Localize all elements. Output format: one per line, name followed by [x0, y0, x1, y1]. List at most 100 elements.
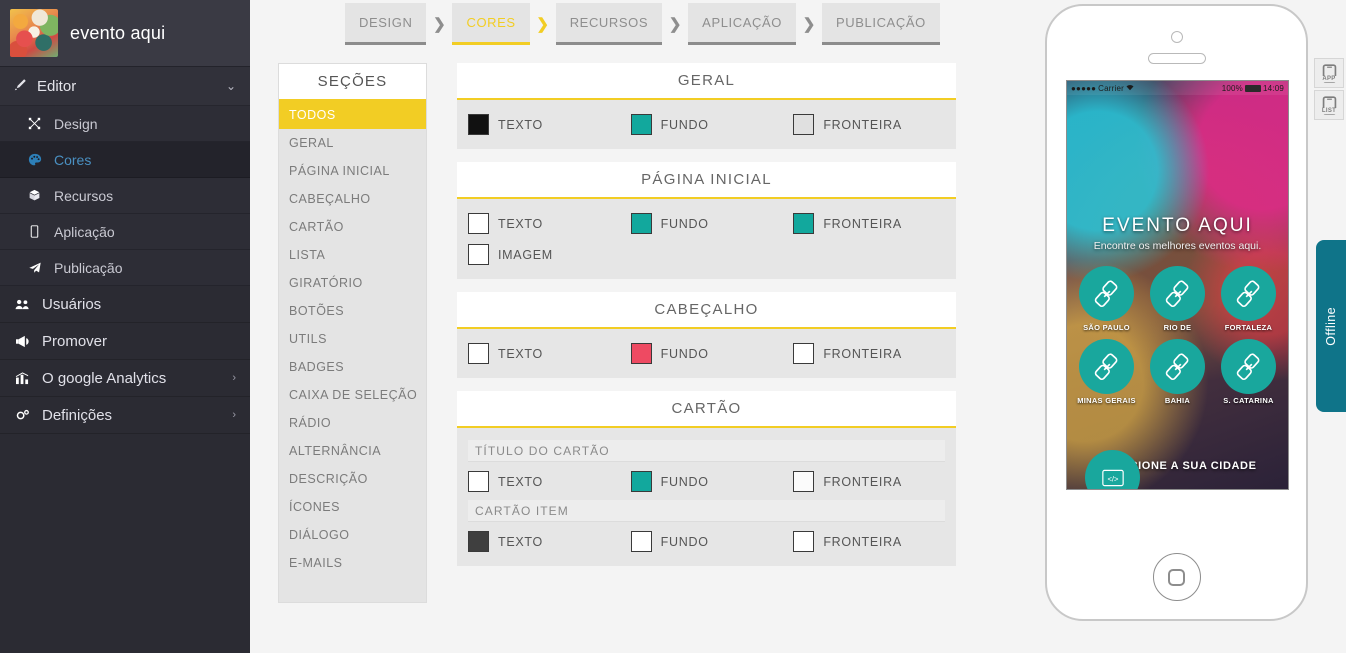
section-item[interactable]: UTILS	[279, 325, 426, 353]
section-item[interactable]: BOTÕES	[279, 297, 426, 325]
sidebar-item-definicoes[interactable]: Definições ›	[0, 397, 250, 434]
sidebar-item-usuarios[interactable]: Usuários	[0, 286, 250, 323]
city-tile[interactable]: MINAS GERAIS	[1071, 339, 1142, 405]
box-icon	[26, 189, 43, 202]
swatch-label: FUNDO	[660, 346, 709, 361]
link-icon	[1094, 352, 1117, 380]
color-swatch[interactable]	[630, 114, 652, 135]
city-tile[interactable]: BAHIA	[1142, 339, 1213, 405]
sidebar-item-google-analytics[interactable]: O google Analytics ›	[0, 360, 250, 397]
color-swatch[interactable]	[468, 531, 489, 552]
section-item[interactable]: LISTA	[279, 241, 426, 269]
sidebar-item-google-analytics-label: O google Analytics	[42, 369, 167, 387]
speaker-icon	[1147, 53, 1206, 64]
color-swatch[interactable]	[630, 471, 652, 492]
step-cores[interactable]: CORES	[452, 3, 530, 45]
color-swatch[interactable]	[793, 114, 815, 135]
phone-screen[interactable]: ●●●●● Carrier 100% 14:09 EVENTO AQUI Enc…	[1066, 80, 1289, 490]
swatch-cell: FRONTEIRA	[793, 466, 956, 497]
swatch-label: FRONTEIRA	[823, 117, 902, 132]
step-aplicacao[interactable]: APLICAÇÃO	[688, 3, 796, 45]
phone-preview: ●●●●● Carrier 100% 14:09 EVENTO AQUI Enc…	[1045, 4, 1310, 621]
section-item[interactable]: TODOS	[279, 101, 426, 129]
step-design[interactable]: DESIGN	[345, 3, 427, 45]
sidebar-item-recursos[interactable]: Recursos	[0, 178, 250, 214]
sections-panel: SEÇÕES TODOS GERAL PÁGINA INICIAL CABEÇALHO…	[278, 63, 427, 603]
sidebar-group-editor[interactable]: Editor ⌄	[0, 67, 250, 106]
city-name: FORTALEZA	[1224, 323, 1273, 332]
section-item[interactable]: BADGES	[279, 353, 426, 381]
swatch-label: TEXTO	[498, 474, 543, 489]
offline-tab-label: Offline	[1324, 306, 1338, 346]
sidebar-item-promover-label: Promover	[42, 332, 108, 350]
sections-title: SEÇÕES	[279, 64, 426, 101]
color-panel: CABEÇALHO TEXTO FUNDO FRONTEIRA	[457, 292, 956, 378]
swatch-label: FUNDO	[660, 117, 709, 132]
section-item[interactable]: E-MAILS	[279, 549, 426, 577]
section-item[interactable]: PÁGINA INICIAL	[279, 157, 426, 185]
color-swatch[interactable]	[468, 213, 489, 234]
section-item[interactable]: DIÁLOGO	[279, 521, 426, 549]
city-bubble[interactable]	[1079, 266, 1134, 321]
section-item[interactable]: ÍCONES	[279, 493, 426, 521]
step-recursos[interactable]: RECURSOS	[555, 3, 663, 45]
section-item-label: CAIXA DE SELEÇÃO	[289, 388, 418, 402]
section-item[interactable]: CARTÃO	[279, 213, 426, 241]
rail-button-list[interactable]: LIST	[1314, 90, 1344, 120]
section-item[interactable]: CAIXA DE SELEÇÃO	[279, 381, 426, 409]
section-item-label: E-MAILS	[289, 556, 343, 570]
gears-icon	[14, 409, 31, 422]
sidebar-item-cores[interactable]: Cores	[0, 142, 250, 178]
sidebar-item-promover[interactable]: Promover	[0, 323, 250, 360]
swatch-row: IMAGEM	[457, 239, 956, 270]
brand-title: evento aqui	[70, 22, 166, 43]
color-swatch[interactable]	[468, 343, 489, 364]
section-item[interactable]: RÁDIO	[279, 409, 426, 437]
color-swatch[interactable]	[793, 343, 815, 364]
swatch-label: TEXTO	[498, 117, 543, 132]
city-bubble[interactable]	[1079, 339, 1134, 394]
section-item[interactable]: CABEÇALHO	[279, 185, 426, 213]
color-panel-body: TEXTO FUNDO FRONTEIRA IMAGEM	[457, 199, 956, 279]
sidebar-item-publicacao[interactable]: Publicação	[0, 250, 250, 286]
color-swatch[interactable]	[468, 244, 489, 265]
city-tile[interactable]: RIO DE	[1142, 266, 1213, 332]
city-bubble[interactable]	[1221, 266, 1276, 321]
color-swatch[interactable]	[630, 213, 652, 234]
color-swatch[interactable]	[630, 343, 652, 364]
step-publicacao[interactable]: PUBLICAÇÃO	[822, 3, 940, 45]
city-tile[interactable]: S. CATARINA	[1213, 339, 1284, 405]
swatch-label: FRONTEIRA	[823, 346, 902, 361]
home-button[interactable]	[1152, 553, 1201, 601]
section-item[interactable]: ALTERNÂNCIA	[279, 437, 426, 465]
color-panel-title: GERAL	[457, 63, 956, 100]
code-bubble-button[interactable]: </>	[1085, 450, 1140, 489]
city-tile[interactable]: FORTALEZA	[1213, 266, 1284, 332]
color-panel-body: TÍTULO DO CARTÃO TEXTO FUNDO FRONTEIRA CARTÃ…	[457, 428, 956, 566]
city-bubble[interactable]	[1221, 339, 1276, 394]
city-name: S. CATARINA	[1223, 396, 1274, 405]
section-item[interactable]: DESCRIÇÃO	[279, 465, 426, 493]
brand-header[interactable]: evento aqui	[0, 0, 250, 67]
city-tile[interactable]: SÃO PAULO	[1071, 266, 1142, 332]
color-swatch[interactable]	[630, 531, 652, 552]
rail-button-app[interactable]: APP	[1314, 58, 1344, 88]
color-swatch[interactable]	[468, 114, 489, 135]
color-swatch[interactable]	[793, 471, 815, 492]
section-item[interactable]: GERAL	[279, 129, 426, 157]
city-bubble[interactable]	[1150, 266, 1205, 321]
phone-statusbar: ●●●●● Carrier 100% 14:09	[1067, 81, 1288, 95]
color-swatch[interactable]	[793, 531, 815, 552]
color-swatch[interactable]	[468, 471, 489, 492]
section-item-label: LISTA	[289, 248, 326, 262]
city-bubble[interactable]	[1150, 339, 1205, 394]
offline-tab[interactable]: Offline	[1316, 240, 1346, 412]
color-swatch[interactable]	[793, 213, 815, 234]
swatch-row: TEXTO FUNDO FRONTEIRA	[457, 338, 956, 369]
sidebar-item-aplicacao[interactable]: Aplicação	[0, 214, 250, 250]
city-grid: SÃO PAULO RIO DE FORTALEZA MINAS GERAIS BAHI…	[1067, 266, 1288, 405]
svg-text:</>: </>	[1107, 474, 1119, 483]
sidebar-item-design[interactable]: Design	[0, 106, 250, 142]
section-item[interactable]: GIRATÓRIO	[279, 269, 426, 297]
link-icon	[1236, 279, 1259, 307]
